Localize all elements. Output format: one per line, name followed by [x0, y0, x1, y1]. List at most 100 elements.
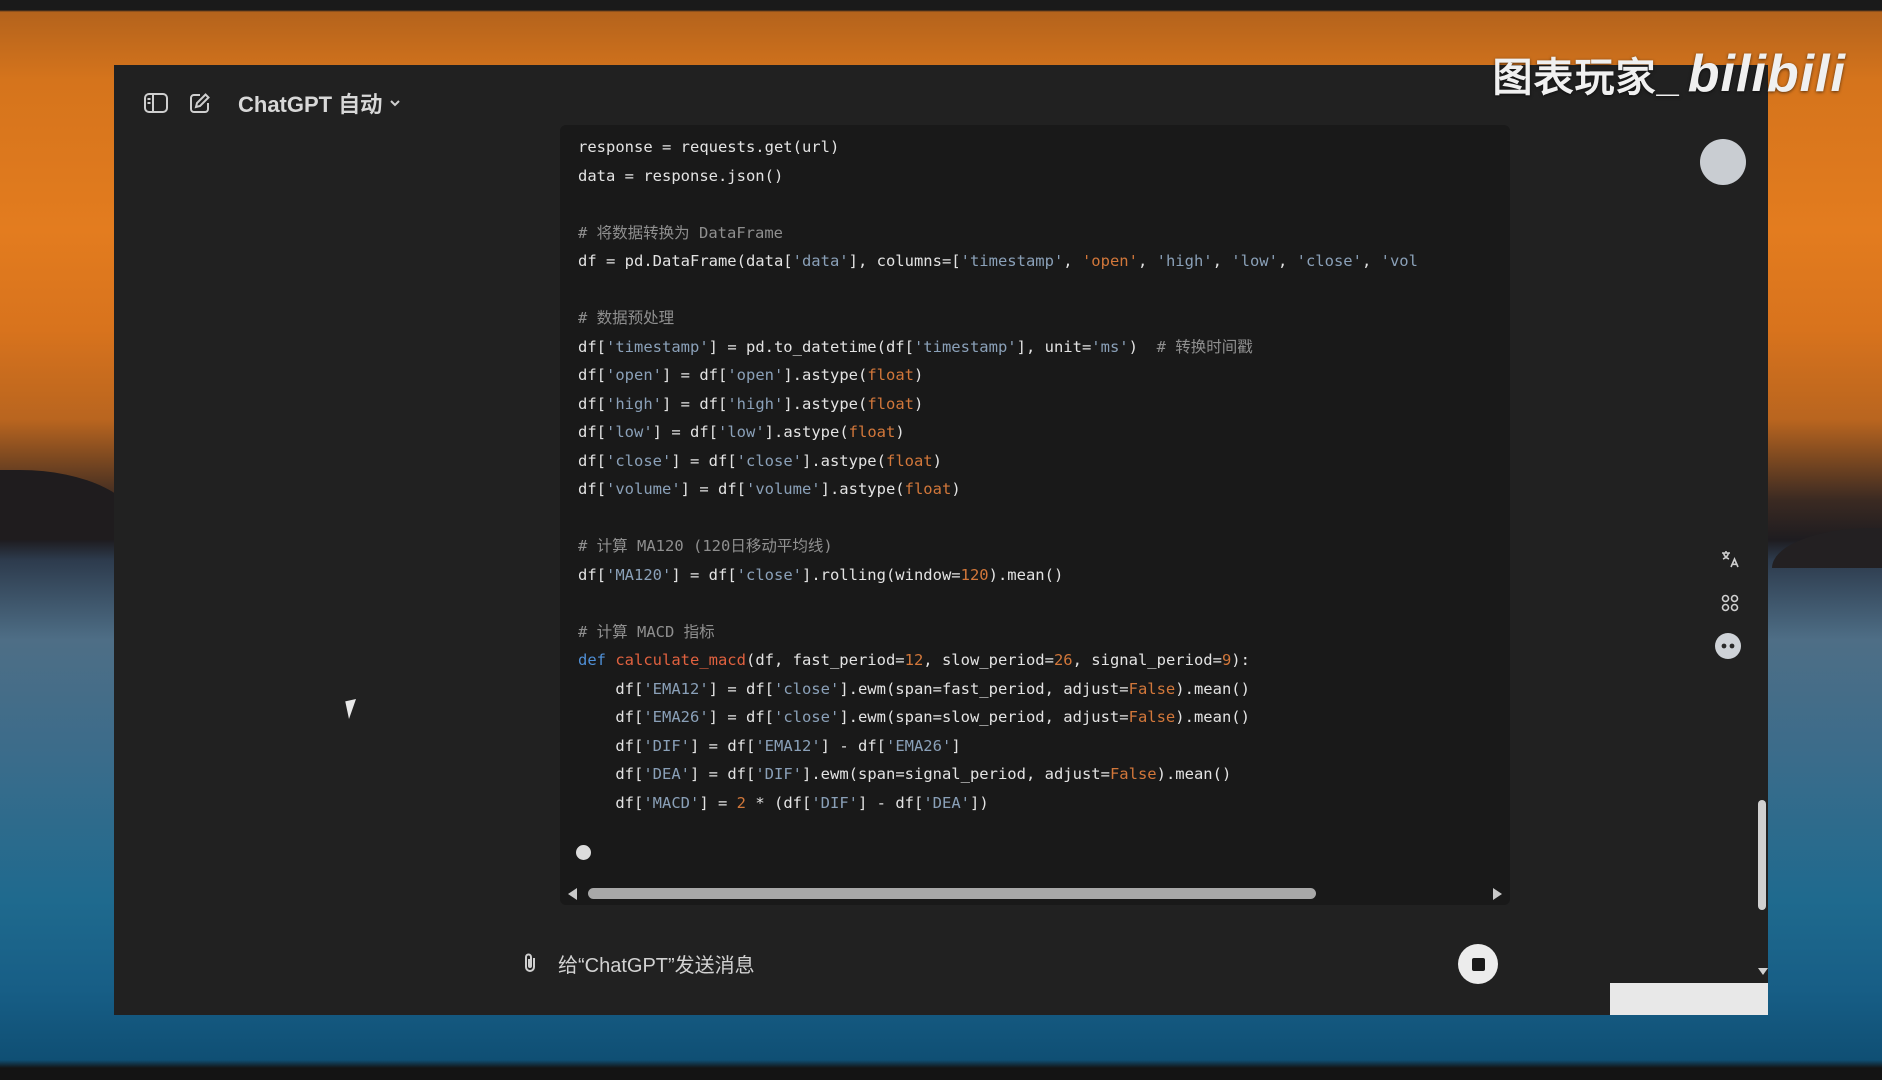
- code-token: ] = df[: [708, 679, 774, 698]
- code-token: ] - df[: [858, 793, 924, 812]
- code-token: ,: [1063, 252, 1082, 270]
- code-token: 'DIF': [755, 765, 802, 783]
- scroll-right-icon[interactable]: [1493, 888, 1502, 900]
- code-token: 'close': [736, 451, 802, 470]
- code-line: df['volume'] = df['volume'].astype(float…: [578, 475, 1502, 504]
- edit-icon[interactable]: [182, 85, 218, 121]
- code-line: response = requests.get(url): [578, 133, 1502, 162]
- message-composer: [506, 935, 1516, 995]
- code-token: def: [578, 651, 616, 669]
- code-line: df['timestamp'] = pd.to_datetime(df['tim…: [578, 333, 1502, 362]
- code-token: # 计算 MA120 (120日移动平均线): [578, 537, 833, 555]
- code-token: 'open': [727, 366, 784, 384]
- bilibili-logo: bilibili: [1687, 45, 1846, 103]
- page-vertical-scrollbar[interactable]: [1758, 800, 1768, 975]
- code-token: float: [885, 451, 933, 470]
- model-selector[interactable]: ChatGPT 自动: [238, 85, 402, 121]
- scroll-down-icon[interactable]: [1758, 968, 1768, 975]
- code-token: df[: [578, 679, 644, 698]
- code-token: ).mean(): [1175, 679, 1250, 698]
- code-token: 'ms': [1091, 337, 1129, 356]
- code-token: ): [1128, 337, 1157, 356]
- code-token: 12: [904, 651, 924, 669]
- code-token: df[: [578, 451, 606, 470]
- code-token: 9: [1221, 651, 1232, 669]
- code-line: df['EMA26'] = df['close'].ewm(span=slow_…: [578, 703, 1502, 732]
- code-token: ):: [1231, 651, 1250, 669]
- code-token: ] = df[: [671, 451, 737, 470]
- code-token: 'vol: [1380, 252, 1418, 270]
- code-token: 'low': [606, 423, 653, 441]
- code-token: ,: [1361, 252, 1381, 270]
- grid-icon[interactable]: [1714, 587, 1746, 619]
- code-token: , signal_period=: [1072, 651, 1222, 669]
- bot-icon[interactable]: [1712, 630, 1744, 662]
- code-token: float: [904, 480, 952, 498]
- code-token: 'DIF': [811, 793, 858, 812]
- code-line: df['low'] = df['low'].astype(float): [578, 418, 1502, 447]
- code-token: 'timestamp': [960, 252, 1064, 270]
- scrollbar-thumb[interactable]: [1758, 800, 1766, 910]
- code-token: 'volume': [745, 480, 821, 498]
- code-token: False: [1109, 765, 1157, 783]
- code-token: ]): [970, 793, 989, 812]
- paperclip-icon[interactable]: [514, 947, 546, 979]
- code-token: # 转换时间戳: [1156, 337, 1253, 356]
- code-token: df[: [578, 708, 644, 726]
- code-token: ): [951, 480, 961, 498]
- code-token: ).mean(): [1156, 765, 1232, 783]
- scrollbar-thumb[interactable]: [588, 888, 1316, 899]
- code-token: ].ewm(span=fast_period, adjust=: [839, 679, 1129, 698]
- code-token: response = requests.get(url): [578, 138, 840, 156]
- code-token: ], columns=[: [848, 252, 961, 270]
- code-token: data = response.json(): [578, 166, 784, 185]
- code-token: ].astype(: [783, 394, 868, 413]
- code-token: 'timestamp': [606, 337, 709, 356]
- corner-panel: [1610, 983, 1768, 1015]
- code-line: def calculate_macd(df, fast_period=12, s…: [578, 646, 1502, 675]
- code-line: df['DEA'] = df['DIF'].ewm(span=signal_pe…: [578, 760, 1502, 789]
- code-token: ] = df[: [671, 565, 737, 584]
- avatar[interactable]: [1700, 139, 1746, 185]
- code-token: ] = df[: [690, 765, 756, 783]
- code-token: False: [1128, 708, 1176, 726]
- chevron-down-icon: [388, 90, 402, 116]
- code-token: ] = df[: [662, 366, 728, 384]
- code-token: ] =: [699, 793, 737, 812]
- model-label: ChatGPT 自动: [238, 92, 383, 117]
- code-token: ]: [951, 736, 961, 755]
- code-token: float: [867, 394, 914, 413]
- code-token: calculate_macd: [615, 651, 746, 669]
- sidebar-icon[interactable]: [138, 85, 174, 121]
- translate-icon[interactable]: [1714, 543, 1746, 575]
- code-token: ] - df[: [820, 736, 886, 755]
- code-token: 'timestamp': [913, 337, 1017, 356]
- code-lines: response = requests.get(url) data = respo…: [578, 133, 1502, 817]
- code-token: float: [848, 423, 896, 441]
- code-token: , slow_period=: [923, 651, 1054, 669]
- code-token: 2: [736, 793, 746, 812]
- scroll-left-icon[interactable]: [568, 888, 577, 900]
- message-input[interactable]: [556, 949, 1320, 983]
- code-token: df[: [578, 366, 606, 384]
- code-line: df['open'] = df['open'].astype(float): [578, 361, 1502, 390]
- code-token: 'EMA12': [755, 736, 821, 755]
- code-token: ] = df[: [690, 736, 756, 755]
- code-token: 'MACD': [643, 793, 700, 812]
- code-token: 'volume': [606, 480, 681, 498]
- code-token: ,: [1212, 252, 1232, 270]
- code-token: ] = df[: [680, 480, 746, 498]
- code-token: 'close': [1296, 252, 1362, 270]
- code-line: # 计算 MA120 (120日移动平均线): [578, 532, 1502, 561]
- code-token: ).mean(): [988, 565, 1064, 584]
- code-token: ].ewm(span=signal_period, adjust=: [802, 765, 1110, 783]
- stop-button[interactable]: [1458, 944, 1498, 984]
- code-token: ], unit=: [1016, 337, 1092, 356]
- code-token: 'open': [1081, 252, 1138, 270]
- code-token: df = pd.DataFrame(data[: [578, 252, 793, 270]
- stop-icon: [1471, 957, 1485, 971]
- code-horizontal-scrollbar[interactable]: [560, 885, 1510, 901]
